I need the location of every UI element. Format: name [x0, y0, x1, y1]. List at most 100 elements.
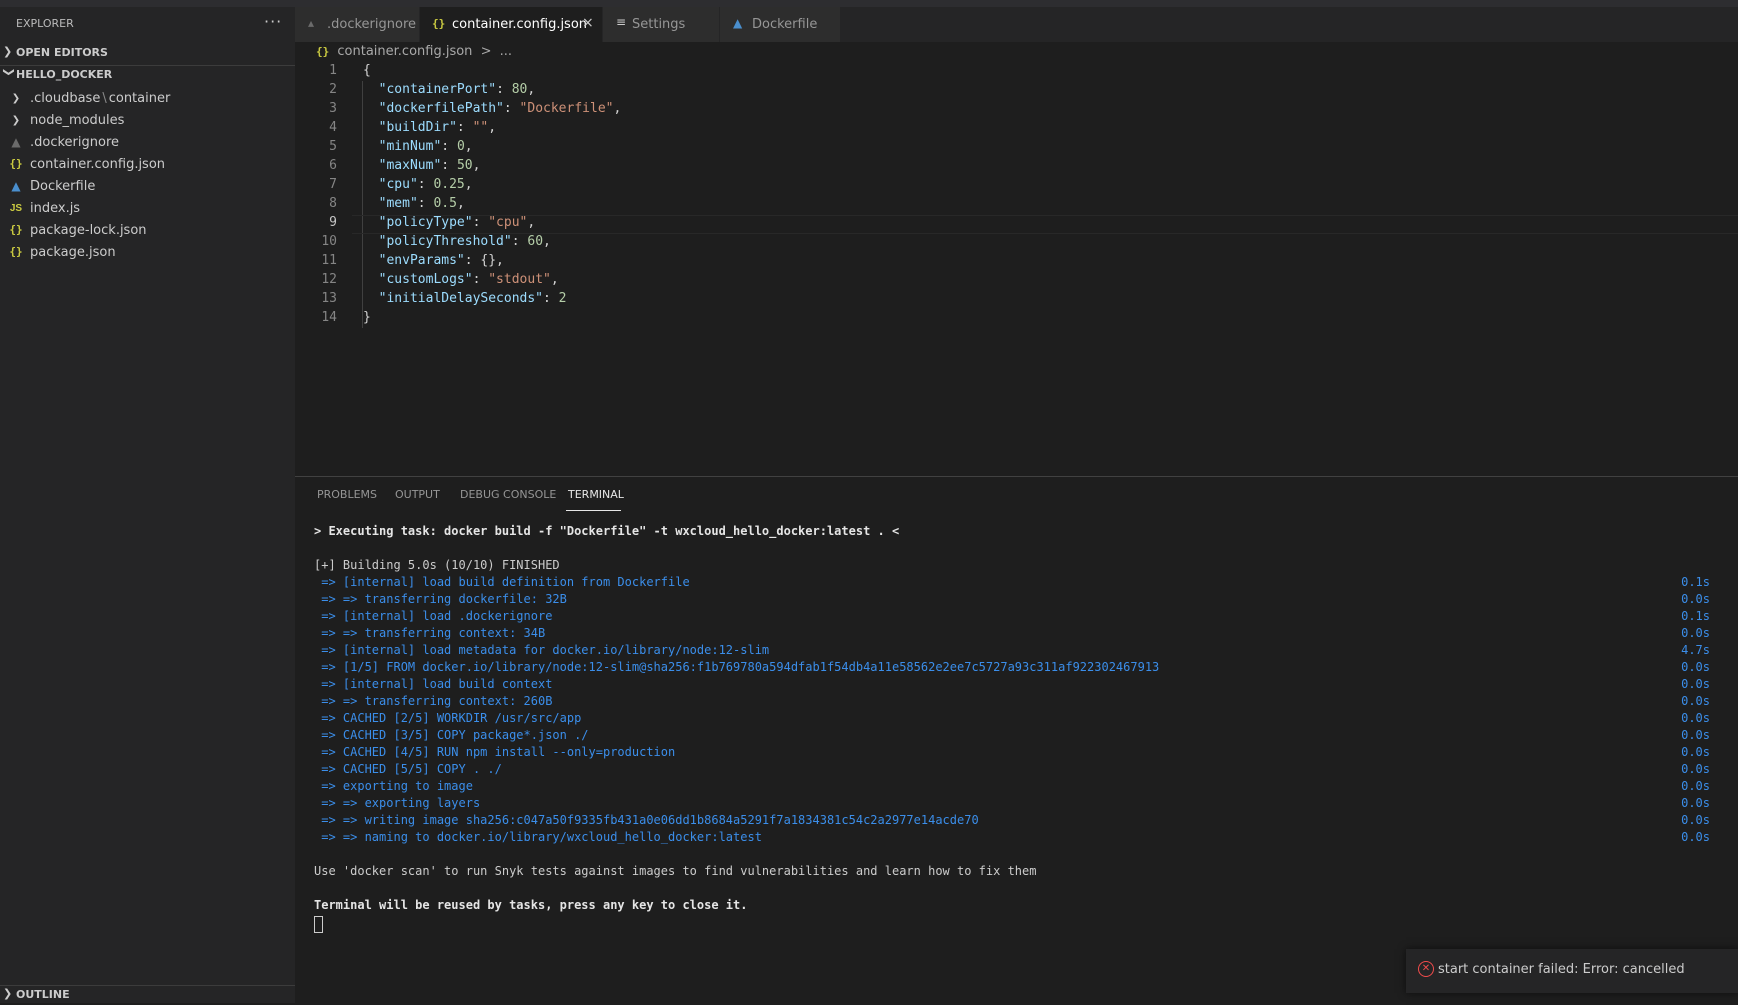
tree-item[interactable]: ❯ node_modules	[0, 110, 295, 132]
line-number: 10	[321, 234, 337, 249]
line-number: 12	[321, 272, 337, 287]
terminal-duration: 0.0s	[1681, 694, 1710, 708]
code-token: :	[456, 120, 473, 135]
terminal-line: => exporting to image	[314, 779, 473, 793]
code-token: :	[441, 139, 457, 154]
terminal-duration: 0.0s	[1681, 711, 1710, 725]
line-number: 14	[321, 310, 337, 325]
line-number: 5	[329, 139, 337, 154]
close-icon[interactable]: ×	[582, 15, 594, 31]
tree-item-name: Dockerfile	[30, 179, 96, 194]
code-line[interactable]: 1{	[295, 63, 1738, 82]
tab-container-config-json[interactable]: {} container.config.json ×	[420, 7, 602, 42]
code-token: ,	[472, 158, 481, 173]
terminal-duration: 0.0s	[1681, 762, 1710, 776]
open-editors-label: OPEN EDITORS	[16, 46, 108, 59]
tree-item[interactable]: ▲ .dockerignore	[0, 132, 295, 154]
code-token: "envParams"	[363, 253, 465, 268]
code-line[interactable]: 10 "policyThreshold": 60,	[295, 234, 1738, 253]
terminal-duration: 0.1s	[1681, 575, 1710, 589]
tree-item[interactable]: {} package.json	[0, 242, 295, 264]
tree-item[interactable]: JS index.js	[0, 198, 295, 220]
code-line[interactable]: 5 "minNum": 0,	[295, 139, 1738, 158]
tab-debug-console[interactable]: DEBUG CONSOLE	[460, 488, 556, 501]
terminal-duration: 4.7s	[1681, 643, 1710, 657]
terminal-line: => [internal] load build context	[314, 677, 553, 691]
tree-item[interactable]: ▲ Dockerfile	[0, 176, 295, 198]
terminal-duration: 0.0s	[1681, 592, 1710, 606]
tab-dockerfile[interactable]: ▲ Dockerfile	[720, 7, 840, 42]
breadcrumb-file[interactable]: container.config.json	[337, 44, 472, 59]
terminal-duration: 0.1s	[1681, 609, 1710, 623]
tree-item-name: .cloudbase	[30, 91, 101, 106]
editor-tab-bar: ▴ .dockerignore {} container.config.json…	[295, 7, 1738, 42]
code-line[interactable]: 4 "buildDir": "",	[295, 120, 1738, 139]
docker-icon: ▲	[11, 179, 21, 193]
tree-item[interactable]: ❯ .cloudbase \ container	[0, 88, 295, 110]
error-notification[interactable]: ✕ start container failed: Error: cancell…	[1406, 949, 1738, 993]
code-token: 80	[511, 82, 528, 97]
docker-icon: ▲	[733, 16, 743, 30]
chevron-right-icon: ❯	[11, 115, 21, 126]
more-actions-icon[interactable]: ···	[264, 12, 282, 31]
code-line[interactable]: 8 "mem": 0.5,	[295, 196, 1738, 215]
outline-label: OUTLINE	[16, 988, 70, 1001]
terminal-line: => [internal] load metadata for docker.i…	[314, 643, 770, 657]
tree-item[interactable]: {} package-lock.json	[0, 220, 295, 242]
line-number: 4	[329, 120, 337, 135]
code-token: ""	[472, 120, 489, 135]
tab-dockerignore[interactable]: ▴ .dockerignore	[295, 7, 419, 42]
notification-message: start container failed: Error: cancelled	[1438, 962, 1685, 977]
code-text: "policyType": "cpu",	[363, 215, 536, 230]
code-token: :	[417, 177, 434, 192]
code-line[interactable]: 12 "customLogs": "stdout",	[295, 272, 1738, 291]
code-line[interactable]: 6 "maxNum": 50,	[295, 158, 1738, 177]
json-icon: {}	[9, 157, 23, 170]
code-token: "maxNum"	[363, 158, 442, 173]
terminal-duration: 0.0s	[1681, 813, 1710, 827]
code-line[interactable]: 2 "containerPort": 80,	[295, 82, 1738, 101]
line-number: 6	[329, 158, 337, 173]
code-line[interactable]: 11 "envParams": {},	[295, 253, 1738, 272]
line-number: 8	[329, 196, 337, 211]
outline-section[interactable]: ❯ OUTLINE	[0, 985, 295, 1005]
tab-output[interactable]: OUTPUT	[395, 488, 440, 501]
code-line[interactable]: 9 "policyType": "cpu",	[295, 215, 1738, 234]
terminal-line: => => writing image sha256:c047a50f9335f…	[314, 813, 979, 827]
code-line[interactable]: 13 "initialDelaySeconds": 2	[295, 291, 1738, 310]
tree-item-label: .cloudbase \ container	[30, 91, 170, 106]
breadcrumb-more[interactable]: ...	[500, 44, 512, 59]
line-number: 1	[329, 63, 337, 78]
tree-item-name: .dockerignore	[30, 135, 120, 150]
code-line[interactable]: 14}	[295, 310, 1738, 329]
chevron-down-icon: ❯	[2, 67, 16, 77]
terminal-line: => CACHED [2/5] WORKDIR /usr/src/app	[314, 711, 582, 725]
tab-terminal[interactable]: TERMINAL	[568, 488, 624, 501]
tree-item-name: container.config.json	[30, 157, 166, 172]
terminal-line: => [1/5] FROM docker.io/library/node:12-…	[314, 660, 1160, 674]
code-token: ,	[527, 215, 536, 230]
open-editors-section[interactable]: ❯ OPEN EDITORS	[0, 43, 295, 63]
code-token: ,	[488, 120, 497, 135]
tree-item-label: index.js	[30, 201, 80, 216]
terminal-line: => => transferring context: 260B	[314, 694, 553, 708]
breadcrumb[interactable]: {} container.config.json > ...	[316, 44, 516, 62]
code-text: "mem": 0.5,	[363, 196, 465, 211]
terminal-line: => CACHED [4/5] RUN npm install --only=p…	[314, 745, 676, 759]
code-text: "cpu": 0.25,	[363, 177, 473, 192]
code-line[interactable]: 7 "cpu": 0.25,	[295, 177, 1738, 196]
code-token: "minNum"	[363, 139, 442, 154]
terminal-line: => => exporting layers	[314, 796, 481, 810]
tab-problems[interactable]: PROBLEMS	[317, 488, 377, 501]
tree-item-label: node_modules	[30, 113, 124, 128]
code-token: 0	[456, 139, 465, 154]
active-tab-indicator	[566, 510, 621, 511]
code-editor[interactable]: 1{2 "containerPort": 80, 3 "dockerfilePat…	[295, 62, 1738, 474]
dockerignore-icon: ▴	[308, 16, 315, 30]
project-section[interactable]: ❯ HELLO_DOCKER	[0, 65, 295, 85]
tree-item[interactable]: {} container.config.json	[0, 154, 295, 176]
code-line[interactable]: 3 "dockerfilePath": "Dockerfile",	[295, 101, 1738, 120]
code-text: "containerPort": 80,	[363, 82, 536, 97]
terminal-line: Terminal will be reused by tasks, press …	[314, 898, 748, 912]
tab-settings[interactable]: ≡ Settings	[603, 7, 719, 42]
